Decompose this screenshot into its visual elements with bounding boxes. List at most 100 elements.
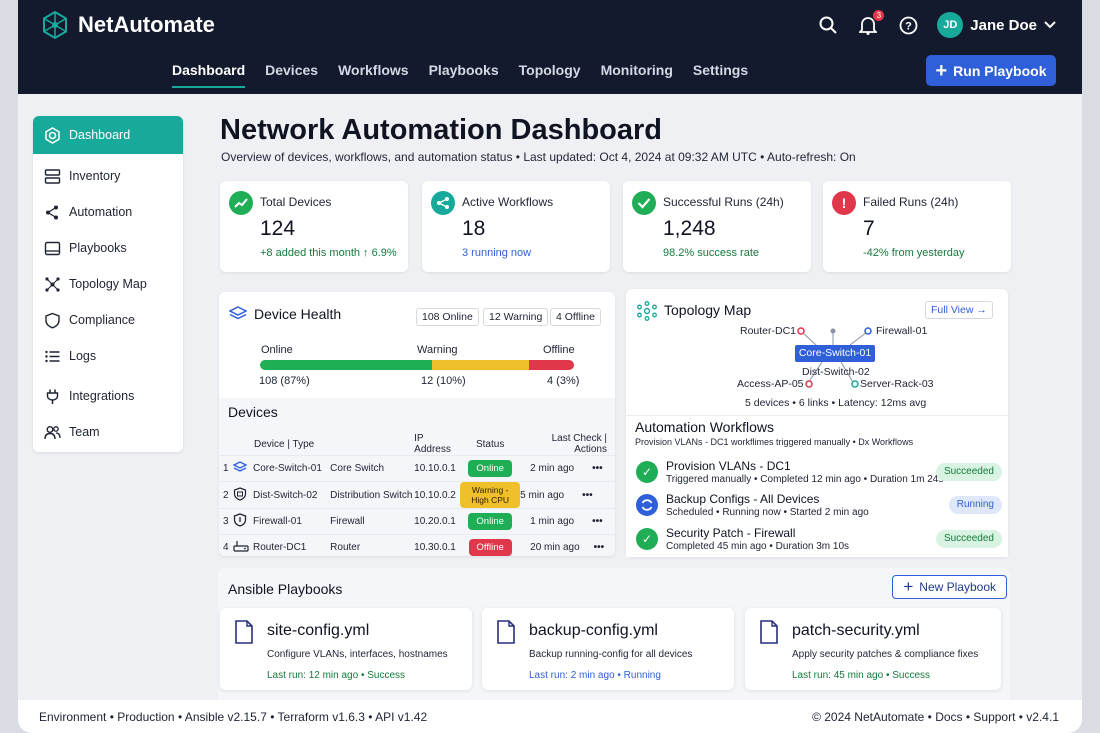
stat-card-active-workflows[interactable]: Active Workflows 18 3 running now: [422, 181, 610, 272]
sidebar-item-dashboard[interactable]: Dashboard: [33, 116, 183, 154]
user-name: Jane Doe: [970, 16, 1037, 34]
offline-pill[interactable]: 4 Offline: [550, 308, 601, 326]
footer: Environment • Production • Ansible v2.15…: [18, 700, 1082, 733]
node-label-router[interactable]: Router-DC1: [740, 325, 796, 337]
sidebar-item-playbooks[interactable]: Playbooks: [33, 230, 183, 266]
table-row[interactable]: 3 Firewall-01 Firewall 10.20.0.1 Online …: [219, 508, 615, 535]
sidebar-item-inventory[interactable]: Inventory: [33, 158, 183, 194]
sidebar-item-automation[interactable]: Automation: [33, 194, 183, 230]
tab-devices[interactable]: Devices: [265, 62, 318, 88]
sidebar-item-topology-map[interactable]: Topology Map: [33, 266, 183, 302]
offline-value: 4 (3%): [547, 375, 580, 387]
stat-note: 3 running now: [462, 247, 532, 259]
device-name[interactable]: Core-Switch-01: [253, 455, 331, 482]
col-device-type[interactable]: Device | Type: [233, 433, 330, 456]
node-label-dist-switch[interactable]: Dist-Switch-02: [802, 366, 870, 378]
file-icon: [235, 620, 253, 644]
device-health-title: Device Health: [254, 306, 342, 322]
bell-icon[interactable]: 3: [857, 10, 885, 36]
playbook-card[interactable]: site-config.yml Configure VLANs, interfa…: [220, 608, 472, 690]
footer-environment: Environment • Production • Ansible v2.15…: [39, 710, 428, 724]
sidebar-item-label: Compliance: [69, 313, 136, 327]
device-name[interactable]: Dist-Switch-02: [253, 481, 331, 509]
tab-topology[interactable]: Topology: [519, 62, 581, 88]
playbook-card[interactable]: backup-config.yml Backup running-config …: [482, 608, 734, 690]
new-playbook-button[interactable]: + New Playbook: [892, 575, 1007, 599]
col-status[interactable]: Status: [460, 433, 520, 456]
workflow-meta: Scheduled • Running now • Started 2 min …: [666, 507, 869, 518]
online-label: Online: [261, 344, 293, 356]
device-name[interactable]: Firewall-01: [253, 508, 331, 535]
col-ip[interactable]: IP Address: [414, 433, 460, 456]
footer-links[interactable]: © 2024 NetAutomate • Docs • Support • v2…: [812, 710, 1059, 724]
node-label-firewall[interactable]: Firewall-01: [876, 325, 927, 337]
sidebar-item-compliance[interactable]: Compliance: [33, 302, 183, 338]
online-pill[interactable]: 108 Online: [416, 308, 479, 326]
router-node-dot[interactable]: [797, 327, 805, 335]
switch-icon: [232, 461, 248, 472]
status-badge: Running: [948, 496, 1002, 514]
sidebar-item-team[interactable]: Team: [33, 414, 183, 450]
warning-pill[interactable]: 12 Warning: [483, 308, 549, 326]
workflow-item[interactable]: ✓ Provision VLANs - DC1 Triggered manual…: [636, 457, 1002, 491]
node-label-server-rack[interactable]: Server-Rack-03: [860, 378, 934, 390]
stat-note: -42% from yesterday: [863, 247, 965, 259]
app-logo[interactable]: NetAutomate: [40, 10, 215, 40]
col-type-spacer: [330, 433, 414, 456]
playbooks-title: Ansible Playbooks: [228, 581, 343, 597]
sidebar-item-integrations[interactable]: Integrations: [33, 378, 183, 414]
tab-settings[interactable]: Settings: [693, 62, 748, 88]
node-label-access-ap[interactable]: Access-AP-05: [737, 378, 804, 390]
hub-node-dot[interactable]: [830, 328, 836, 334]
stat-value: 1,248: [663, 217, 716, 240]
run-playbook-label: Run Playbook: [953, 62, 1047, 79]
tab-monitoring[interactable]: Monitoring: [601, 62, 673, 88]
gear-network-icon: [45, 126, 60, 144]
sync-icon: [636, 494, 658, 516]
stat-card-successful-runs[interactable]: Successful Runs (24h) 1,248 98.2% succes…: [623, 181, 811, 272]
tab-workflows[interactable]: Workflows: [338, 62, 409, 88]
workflow-item[interactable]: ✓ Security Patch - Firewall Completed 45…: [636, 524, 1002, 558]
workflow-item[interactable]: Backup Configs - All Devices Scheduled •…: [636, 490, 1002, 524]
row-actions-icon[interactable]: •••: [592, 516, 603, 527]
node-core-switch[interactable]: Core-Switch-01: [795, 345, 875, 362]
table-row[interactable]: 1 Core-Switch-01 Core Switch 10.10.0.1 O…: [219, 455, 615, 482]
run-playbook-button[interactable]: + Run Playbook: [926, 55, 1056, 86]
user-menu[interactable]: JD Jane Doe: [937, 12, 1056, 38]
device-name[interactable]: Router-DC1: [253, 534, 331, 561]
table-row[interactable]: 4 Router-DC1 Router 10.30.0.1 Offline 20…: [219, 534, 615, 561]
playbooks-section: Ansible Playbooks + New Playbook site-co…: [218, 568, 1010, 700]
row-actions-icon[interactable]: •••: [594, 542, 605, 553]
table-row[interactable]: 2 Dist-Switch-02 Distribution Switch 10.…: [219, 481, 615, 509]
plug-icon: [46, 389, 59, 404]
row-actions-icon[interactable]: •••: [592, 463, 603, 474]
playbook-name: patch-security.yml: [792, 622, 920, 639]
tab-dashboard[interactable]: Dashboard: [172, 62, 246, 88]
stat-card-failed-runs[interactable]: ! Failed Runs (24h) 7 -42% from yesterda…: [823, 181, 1011, 272]
playbook-card[interactable]: patch-security.yml Apply security patche…: [745, 608, 1001, 690]
sidebar-item-logs[interactable]: Logs: [33, 338, 183, 374]
warning-label: Warning: [417, 344, 458, 356]
server-node-dot[interactable]: [851, 380, 859, 388]
stat-card-total-devices[interactable]: Total Devices 124 +8 added this month ↑ …: [220, 181, 408, 272]
row-number: 2: [219, 481, 233, 509]
router-icon: [233, 541, 249, 552]
topology-card: Topology Map Full View → Router-DC1 Fire…: [626, 289, 1008, 557]
workflow-name: Backup Configs - All Devices: [666, 492, 820, 506]
hexagon-network-icon: [43, 10, 67, 40]
stat-note: +8 added this month ↑ 6.9%: [260, 247, 397, 259]
sidebar-item-label: Topology Map: [69, 277, 147, 291]
devices-title: Devices: [228, 404, 278, 420]
tab-playbooks[interactable]: Playbooks: [429, 62, 499, 88]
plus-icon: +: [935, 59, 948, 82]
file-icon: [760, 620, 778, 644]
access-node-dot[interactable]: [805, 380, 813, 388]
help-icon[interactable]: ?: [897, 14, 919, 36]
search-icon[interactable]: [817, 14, 839, 36]
row-number: 1: [219, 455, 233, 482]
col-last-actions[interactable]: Last Check | Actions: [520, 433, 615, 456]
row-actions-icon[interactable]: •••: [582, 490, 593, 501]
firewall-node-dot[interactable]: [864, 327, 872, 335]
device-ip: 10.10.0.1: [414, 455, 461, 482]
app-window: NetAutomate 3 ? JD Jane Doe Dashboard De…: [18, 0, 1082, 733]
